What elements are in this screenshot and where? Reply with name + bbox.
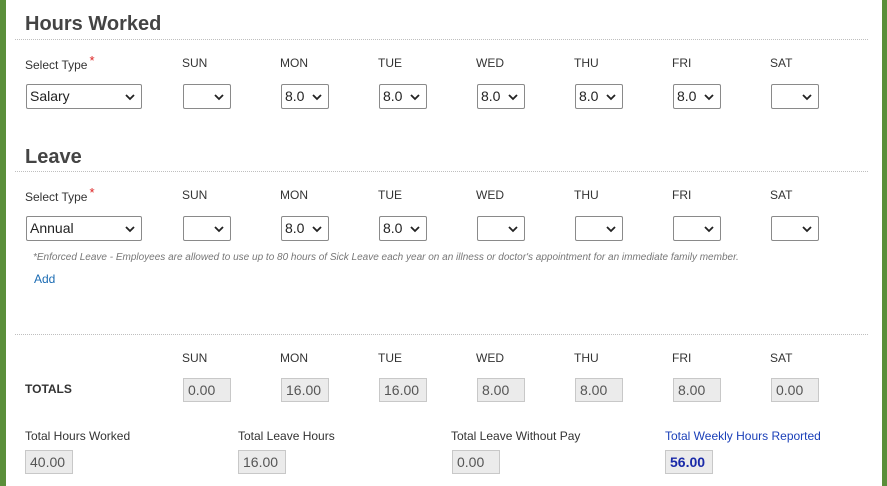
hours-select-fri[interactable]: 8.0 — [673, 84, 721, 109]
hours-select-wed[interactable]: 8.0 — [477, 84, 525, 109]
total-leave-hours-label: Total Leave Hours — [238, 429, 335, 443]
totals-day-label-tue: TUE — [378, 351, 402, 365]
leave-day-label-thu: THU — [574, 188, 599, 202]
hours-worked-divider — [15, 39, 868, 40]
hours-select-thu[interactable]: 8.0 — [575, 84, 623, 109]
leave-select-thu[interactable] — [575, 216, 623, 241]
chevron-down-icon — [802, 226, 812, 233]
total-weekly-hours-label: Total Weekly Hours Reported — [665, 429, 821, 443]
total-leave-without-pay-value: 0.00 — [452, 450, 500, 474]
timesheet-panel: Hours Worked Select Type * Salary SUN MON… — [6, 0, 882, 486]
leave-day-label-fri: FRI — [672, 188, 692, 202]
leave-select-wed[interactable] — [477, 216, 525, 241]
leave-title: Leave — [25, 146, 82, 168]
hours-select-sun[interactable] — [183, 84, 231, 109]
chevron-down-icon — [125, 94, 135, 101]
leave-select-sat[interactable] — [771, 216, 819, 241]
leave-day-label-wed: WED — [476, 188, 504, 202]
chevron-down-icon — [606, 94, 616, 101]
enforced-leave-note: *Enforced Leave - Employees are allowed … — [33, 252, 739, 263]
required-mark: * — [89, 53, 95, 68]
hours-day-label-fri: FRI — [672, 56, 692, 70]
totals-day-label-mon: MON — [280, 351, 308, 365]
total-sun: 0.00 — [183, 378, 231, 402]
hours-day-label-mon: MON — [280, 56, 308, 70]
total-hours-worked-label: Total Hours Worked — [25, 429, 131, 443]
chevron-down-icon — [802, 94, 812, 101]
hours-worked-title: Hours Worked — [25, 13, 162, 35]
total-sat: 0.00 — [771, 378, 819, 402]
chevron-down-icon — [704, 94, 714, 101]
leave-day-label-sun: SUN — [182, 188, 208, 202]
totals-day-label-fri: FRI — [672, 351, 692, 365]
leave-type-value: Annual — [30, 220, 74, 236]
hours-select-sat[interactable] — [771, 84, 819, 109]
hours-select-tue[interactable]: 8.0 — [379, 84, 427, 109]
leave-select-type-label: Select Type * — [25, 185, 95, 204]
hours-day-label-sat: SAT — [770, 56, 793, 70]
total-weekly-hours-value: 56.00 — [665, 450, 713, 474]
total-mon: 16.00 — [281, 378, 329, 402]
leave-type-select[interactable]: Annual — [26, 216, 142, 241]
totals-day-label-sat: SAT — [770, 351, 793, 365]
add-leave-link[interactable]: Add — [34, 272, 55, 286]
chevron-down-icon — [410, 226, 420, 233]
total-thu: 8.00 — [575, 378, 623, 402]
hours-type-select[interactable]: Salary — [26, 84, 142, 109]
hours-day-label-wed: WED — [476, 56, 504, 70]
leave-divider — [15, 171, 868, 172]
totals-label: TOTALS — [25, 382, 72, 396]
total-tue: 16.00 — [379, 378, 427, 402]
total-leave-hours-value: 16.00 — [238, 450, 286, 474]
chevron-down-icon — [410, 94, 420, 101]
totals-day-label-sun: SUN — [182, 351, 208, 365]
total-leave-without-pay-label: Total Leave Without Pay — [451, 429, 581, 443]
hours-day-label-sun: SUN — [182, 56, 208, 70]
leave-day-label-mon: MON — [280, 188, 308, 202]
total-fri: 8.00 — [673, 378, 721, 402]
chevron-down-icon — [704, 226, 714, 233]
leave-select-mon[interactable]: 8.0 — [281, 216, 329, 241]
chevron-down-icon — [125, 226, 135, 233]
leave-day-label-sat: SAT — [770, 188, 793, 202]
totals-divider — [15, 334, 868, 335]
hours-day-label-thu: THU — [574, 56, 599, 70]
chevron-down-icon — [508, 226, 518, 233]
leave-select-sun[interactable] — [183, 216, 231, 241]
chevron-down-icon — [312, 94, 322, 101]
totals-day-label-wed: WED — [476, 351, 504, 365]
hours-select-mon[interactable]: 8.0 — [281, 84, 329, 109]
required-mark: * — [89, 185, 95, 200]
totals-day-label-thu: THU — [574, 351, 599, 365]
total-wed: 8.00 — [477, 378, 525, 402]
chevron-down-icon — [214, 226, 224, 233]
chevron-down-icon — [508, 94, 518, 101]
chevron-down-icon — [312, 226, 322, 233]
leave-select-fri[interactable] — [673, 216, 721, 241]
total-hours-worked-value: 40.00 — [25, 450, 73, 474]
leave-select-tue[interactable]: 8.0 — [379, 216, 427, 241]
hours-select-type-label: Select Type * — [25, 53, 95, 72]
chevron-down-icon — [214, 94, 224, 101]
leave-day-label-tue: TUE — [378, 188, 402, 202]
hours-type-value: Salary — [30, 88, 70, 104]
hours-day-label-tue: TUE — [378, 56, 402, 70]
chevron-down-icon — [606, 226, 616, 233]
